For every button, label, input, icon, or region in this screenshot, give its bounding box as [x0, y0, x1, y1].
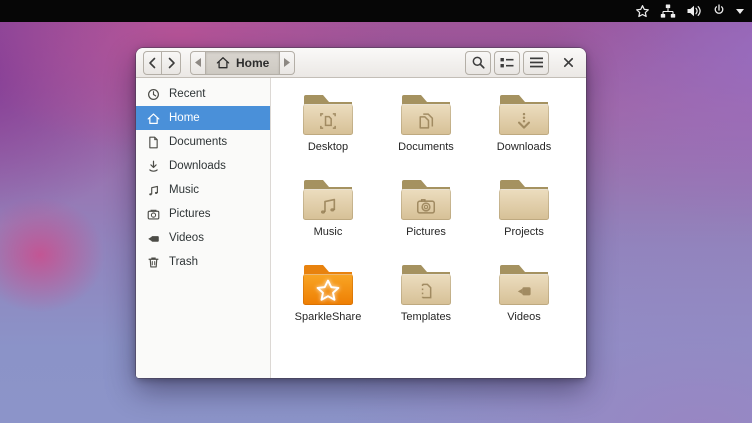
sidebar-item-label: Videos [169, 232, 204, 244]
file-item-downloads[interactable]: Downloads [475, 93, 573, 178]
pathbar-prev-icon [195, 58, 201, 67]
files-window: Home Recent Home Documents Downloads Mus… [136, 48, 586, 378]
file-item-templates[interactable]: Templates [377, 263, 475, 348]
back-button[interactable] [143, 51, 162, 75]
close-button[interactable] [557, 51, 579, 75]
file-label: Downloads [497, 141, 551, 153]
home-icon [216, 56, 230, 69]
file-item-desktop[interactable]: Desktop [279, 93, 377, 178]
music-emblem [315, 193, 341, 219]
sidebar-item-label: Home [169, 112, 200, 124]
folder-icon [401, 180, 451, 220]
sidebar-item-downloads[interactable]: Downloads [136, 154, 270, 178]
file-label: Desktop [308, 141, 348, 153]
folder-icon [401, 95, 451, 135]
search-button[interactable] [465, 51, 491, 75]
close-icon [562, 56, 575, 69]
sidebar-item-label: Pictures [169, 208, 211, 220]
sidebar-item-home[interactable]: Home [136, 106, 270, 130]
pathbar-location-label: Home [236, 56, 269, 70]
pathbar-prev-button[interactable] [190, 51, 206, 75]
file-label: Templates [401, 311, 451, 323]
forward-button[interactable] [162, 51, 181, 75]
sidebar-item-trash[interactable]: Trash [136, 250, 270, 274]
folder-icon [303, 180, 353, 220]
documents-emblem [413, 108, 439, 134]
menu-button[interactable] [523, 51, 549, 75]
file-label: Documents [398, 141, 454, 153]
file-label: Videos [507, 311, 540, 323]
file-item-sparkleshare[interactable]: SparkleShare [279, 263, 377, 348]
file-item-pictures[interactable]: Pictures [377, 178, 475, 263]
templates-emblem [413, 278, 439, 304]
sidebar-item-label: Documents [169, 136, 227, 148]
sidebar-item-pictures[interactable]: Pictures [136, 202, 270, 226]
power-icon[interactable] [712, 4, 726, 18]
places-sidebar: Recent Home Documents Downloads Music Pi… [136, 78, 271, 378]
sidebar-item-label: Recent [169, 88, 205, 100]
videos-icon [147, 232, 160, 245]
history-nav [143, 51, 181, 75]
videos-emblem [511, 278, 537, 304]
file-label: Music [314, 226, 343, 238]
file-label: Pictures [406, 226, 446, 238]
folder-icon [303, 265, 353, 305]
sidebar-item-videos[interactable]: Videos [136, 226, 270, 250]
star-emblem [315, 278, 341, 304]
file-label: Projects [504, 226, 544, 238]
top-bar [0, 0, 752, 22]
file-item-music[interactable]: Music [279, 178, 377, 263]
folder-icon [499, 265, 549, 305]
file-item-projects[interactable]: Projects [475, 178, 573, 263]
sidebar-item-label: Downloads [169, 160, 226, 172]
pathbar-location-button[interactable]: Home [206, 51, 279, 75]
pictures-icon [147, 208, 160, 221]
path-bar: Home [190, 51, 295, 75]
window-body: Recent Home Documents Downloads Music Pi… [136, 78, 586, 378]
search-icon [471, 55, 486, 70]
volume-icon[interactable] [686, 4, 702, 18]
file-label: SparkleShare [295, 311, 362, 323]
file-grid: Desktop Documents Downloads Music Pictur… [271, 78, 586, 378]
sidebar-item-documents[interactable]: Documents [136, 130, 270, 154]
star-icon[interactable] [635, 4, 650, 19]
pathbar-next-icon [284, 58, 290, 67]
home-icon [147, 112, 160, 125]
status-icons [635, 4, 744, 19]
header-bar: Home [136, 48, 586, 78]
desktop: Home Recent Home Documents Downloads Mus… [0, 0, 752, 423]
folder-icon [499, 180, 549, 220]
no-emblem [511, 193, 537, 219]
folder-icon [499, 95, 549, 135]
sidebar-item-label: Music [169, 184, 199, 196]
network-icon[interactable] [660, 4, 676, 19]
sidebar-item-recent[interactable]: Recent [136, 82, 270, 106]
forward-icon [163, 55, 179, 71]
pictures-emblem [413, 193, 439, 219]
sidebar-item-music[interactable]: Music [136, 178, 270, 202]
view-list-icon [500, 57, 514, 69]
headerbar-actions [465, 51, 579, 75]
folder-icon [401, 265, 451, 305]
downloads-emblem [511, 108, 537, 134]
file-item-documents[interactable]: Documents [377, 93, 475, 178]
back-icon [145, 55, 161, 71]
recent-icon [147, 88, 160, 101]
file-item-videos[interactable]: Videos [475, 263, 573, 348]
view-toggle-button[interactable] [494, 51, 520, 75]
trash-icon [147, 256, 160, 269]
menu-icon [530, 57, 543, 68]
folder-icon [303, 95, 353, 135]
caret-down-icon[interactable] [736, 9, 744, 14]
documents-icon [147, 136, 160, 149]
pathbar-next-button[interactable] [279, 51, 295, 75]
desktop-emblem [315, 108, 341, 134]
downloads-icon [147, 160, 160, 173]
sidebar-item-label: Trash [169, 256, 198, 268]
music-icon [147, 184, 160, 197]
